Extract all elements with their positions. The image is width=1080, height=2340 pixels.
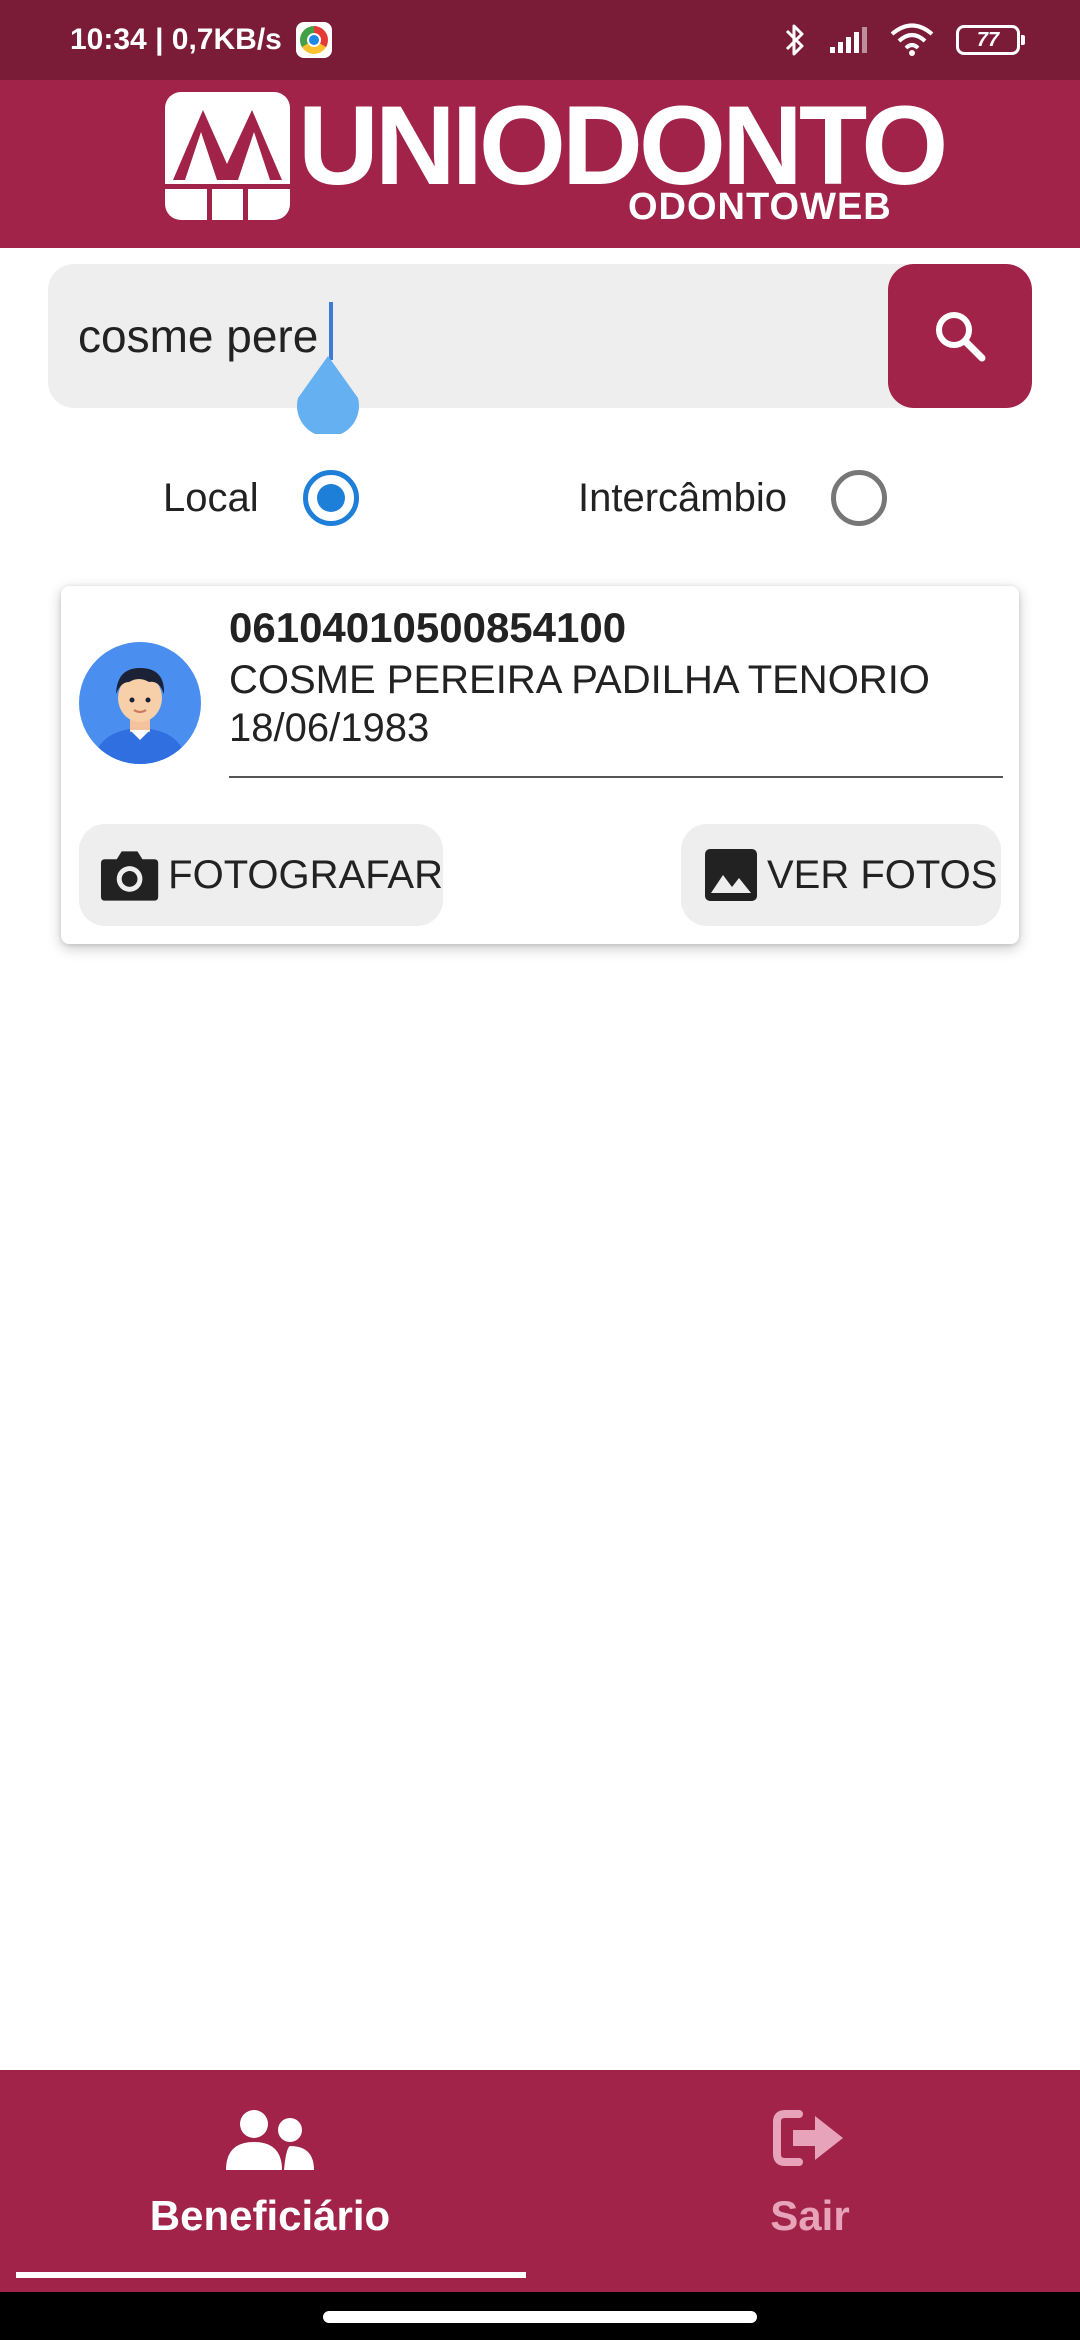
beneficiary-card[interactable]: 06104010500854100 COSME PEREIRA PADILHA …: [61, 586, 1019, 944]
beneficiary-name: COSME PEREIRA PADILHA TENORIO: [229, 658, 930, 702]
card-divider: [229, 776, 1003, 778]
chrome-icon: [295, 22, 332, 58]
bluetooth-icon: [785, 24, 804, 56]
battery-icon: 77: [956, 25, 1025, 55]
radio-option-local[interactable]: Local: [163, 460, 359, 536]
beneficiary-birth-date: 18/06/1983: [229, 706, 430, 750]
beneficiary-code: 06104010500854100: [229, 604, 627, 651]
status-left: 10:34 | 0,7KB/s: [70, 0, 332, 80]
search-input-value: cosme pere: [78, 310, 319, 362]
user-avatar-icon: [79, 642, 201, 764]
view-photos-label: VER FOTOS: [767, 852, 998, 897]
text-selection-handle-icon[interactable]: [295, 356, 361, 434]
wifi-icon: [890, 23, 934, 56]
sign-out-icon: [773, 2110, 843, 2166]
photograph-label: FOTOGRAFAR: [168, 852, 443, 897]
nav-label-beneficiario: Beneficiário: [149, 2192, 391, 2239]
uniodonto-logo-icon: [165, 92, 290, 220]
image-icon: [705, 849, 757, 901]
logo-subtitle: ODONTOWEB: [628, 186, 892, 228]
text-cursor: [329, 302, 333, 360]
nav-item-sair[interactable]: Sair: [540, 2070, 1080, 2292]
nav-active-indicator: [16, 2272, 526, 2278]
status-time-speed: 10:34 | 0,7KB/s: [70, 23, 282, 56]
home-indicator[interactable]: [323, 2311, 757, 2323]
radio-local[interactable]: [302, 470, 359, 526]
search-input[interactable]: cosme pere: [48, 264, 948, 408]
radio-label-intercambio: Intercâmbio: [578, 475, 787, 520]
status-right: 77: [784, 0, 1025, 80]
search-button[interactable]: [888, 264, 1032, 408]
radio-option-intercambio[interactable]: Intercâmbio: [578, 460, 887, 536]
status-bar: 10:34 | 0,7KB/s 77: [0, 0, 1080, 80]
signal-icon: [830, 27, 867, 53]
radio-label-local: Local: [163, 475, 259, 520]
radio-intercambio[interactable]: [830, 470, 887, 526]
search-icon: [936, 312, 986, 362]
bottom-navigation: Beneficiário Sair: [0, 2070, 1080, 2292]
app-header: UNIODONTO ODONTOWEB: [0, 80, 1080, 248]
photograph-button[interactable]: FOTOGRAFAR: [79, 824, 443, 926]
camera-icon: [100, 851, 159, 901]
view-photos-button[interactable]: VER FOTOS: [681, 824, 1001, 926]
nav-label-sair: Sair: [770, 2192, 850, 2239]
users-icon: [226, 2110, 314, 2170]
battery-level: 77: [976, 28, 1000, 51]
nav-item-beneficiario[interactable]: Beneficiário: [0, 2070, 540, 2292]
